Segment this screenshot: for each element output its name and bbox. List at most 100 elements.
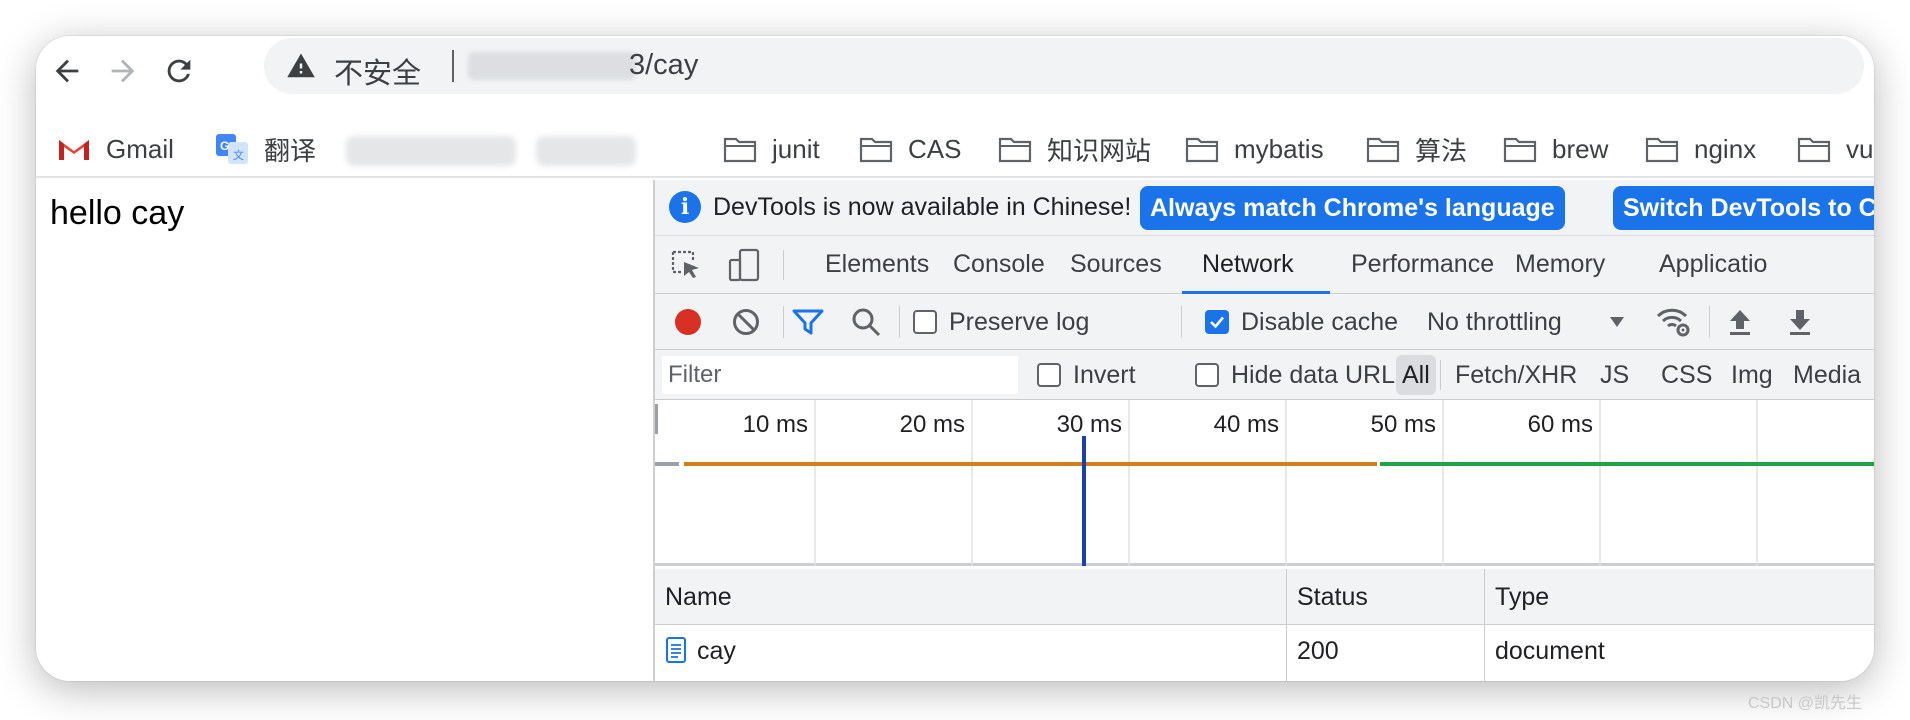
- timeline-tick-30ms: 30 ms: [1057, 411, 1122, 438]
- bookmark-label: Gmail: [106, 133, 174, 164]
- column-header-status[interactable]: Status: [1287, 569, 1485, 625]
- bookmark-redacted: [346, 136, 516, 166]
- disable-cache-checkbox[interactable]: Disable cache: [1205, 305, 1398, 339]
- tab-sources[interactable]: Sources: [1070, 236, 1162, 294]
- invert-label: Invert: [1073, 360, 1136, 389]
- back-button[interactable]: [42, 46, 92, 96]
- table-row[interactable]: cay 200 document: [655, 625, 1874, 681]
- filter-type-img[interactable]: Img: [1725, 355, 1779, 395]
- bookmark-label: 翻译: [264, 135, 317, 166]
- page-content: hello cay: [36, 180, 653, 681]
- preserve-log-checkbox[interactable]: Preserve log: [913, 305, 1089, 339]
- devtools-infobar: i DevTools is now available in Chinese! …: [655, 180, 1874, 236]
- filter-bar: Invert Hide data URLs All Fetch/XHR JS C…: [655, 350, 1874, 400]
- hide-data-urls-checkbox[interactable]: Hide data URLs: [1195, 360, 1407, 390]
- column-header-type[interactable]: Type: [1485, 569, 1874, 625]
- dom-content-loaded-marker: [1082, 436, 1086, 566]
- bookmark-folder-nginx[interactable]: nginx: [1644, 130, 1756, 168]
- network-conditions-button[interactable]: [1655, 305, 1693, 339]
- record-button[interactable]: [673, 305, 703, 339]
- timeline-tick-40ms: 40 ms: [1214, 411, 1279, 438]
- browser-toolbar: 不安全 3/cay: [36, 36, 1874, 120]
- folder-icon: [997, 134, 1033, 164]
- filter-type-fetch-xhr[interactable]: Fetch/XHR: [1449, 355, 1583, 395]
- reload-button[interactable]: [154, 46, 204, 96]
- checkmark-icon: [1210, 316, 1224, 329]
- match-language-button[interactable]: Always match Chrome's language: [1140, 186, 1565, 230]
- search-button[interactable]: [851, 305, 881, 339]
- hide-data-urls-label: Hide data URLs: [1231, 360, 1408, 389]
- timeline-waiting-bar: [684, 462, 1377, 466]
- invert-checkbox[interactable]: Invert: [1037, 360, 1136, 390]
- filter-toggle-button[interactable]: [791, 305, 825, 339]
- throttling-value: No throttling: [1427, 307, 1562, 336]
- bookmark-folder-vu[interactable]: vu: [1796, 130, 1873, 168]
- filter-input[interactable]: [662, 356, 1018, 394]
- device-toolbar-icon[interactable]: [727, 248, 761, 282]
- toolbar-divider: [899, 306, 900, 338]
- clear-button[interactable]: [731, 305, 761, 339]
- svg-text:G: G: [220, 139, 229, 153]
- timeline-queue-bar: [655, 462, 679, 466]
- request-name-cell[interactable]: cay: [655, 625, 1287, 681]
- search-icon: [852, 308, 881, 337]
- inspect-element-icon[interactable]: [669, 248, 703, 282]
- forward-button[interactable]: [98, 46, 148, 96]
- bookmark-translate[interactable]: G文 翻译: [214, 130, 316, 168]
- checkbox-box[interactable]: [913, 310, 937, 334]
- bookmark-folder-algorithms[interactable]: 算法: [1365, 130, 1467, 168]
- filter-type-js[interactable]: JS: [1594, 355, 1635, 395]
- bookmark-folder-junit[interactable]: junit: [722, 130, 820, 168]
- timeline-chart: 10 ms 20 ms 30 ms 40 ms 50 ms 60 ms: [655, 400, 1874, 566]
- timeline-start-marker: [655, 404, 658, 434]
- checkbox-box[interactable]: [1037, 363, 1061, 387]
- bookmark-label: 算法: [1415, 135, 1468, 166]
- request-status-cell: 200: [1287, 625, 1485, 681]
- tab-network[interactable]: Network: [1182, 236, 1330, 294]
- folder-icon: [1796, 134, 1832, 164]
- checkbox-box-checked[interactable]: [1205, 310, 1229, 334]
- upload-icon: [1730, 310, 1750, 335]
- dropdown-arrow-icon: [1609, 317, 1624, 327]
- disable-cache-label: Disable cache: [1241, 307, 1399, 336]
- tab-application[interactable]: Applicatio: [1659, 236, 1767, 294]
- switch-devtools-language-button[interactable]: Switch DevTools to Chine: [1613, 186, 1874, 230]
- address-bar[interactable]: 不安全 3/cay: [264, 38, 1864, 94]
- filter-type-all[interactable]: All: [1396, 355, 1436, 395]
- clear-icon: [733, 309, 759, 335]
- timeline-tick-50ms: 50 ms: [1371, 411, 1436, 438]
- bookmark-folder-knowledge[interactable]: 知识网站: [997, 130, 1151, 168]
- infobar-message: DevTools is now available in Chinese!: [713, 193, 1132, 221]
- tab-console[interactable]: Console: [953, 236, 1045, 294]
- record-icon: [675, 309, 701, 335]
- bookmark-folder-brew[interactable]: brew: [1502, 130, 1608, 168]
- url-text[interactable]: 3/cay: [629, 49, 698, 82]
- folder-icon: [722, 134, 758, 164]
- filter-type-css[interactable]: CSS: [1655, 355, 1718, 395]
- tab-memory[interactable]: Memory: [1515, 236, 1605, 294]
- throttling-select[interactable]: No throttling: [1427, 305, 1626, 339]
- security-label[interactable]: 不安全: [334, 50, 421, 92]
- toolbar-divider: [783, 306, 784, 338]
- filter-type-media[interactable]: Media: [1787, 355, 1867, 395]
- bookmark-folder-mybatis[interactable]: mybatis: [1184, 130, 1324, 168]
- bookmark-label: CAS: [908, 133, 962, 164]
- bookmark-gmail[interactable]: Gmail: [56, 130, 174, 168]
- preserve-log-label: Preserve log: [949, 307, 1090, 336]
- export-har-button[interactable]: [1785, 305, 1815, 339]
- column-header-name[interactable]: Name: [655, 569, 1287, 625]
- bookmark-folder-cas[interactable]: CAS: [858, 130, 961, 168]
- bookmark-label: 知识网站: [1047, 135, 1152, 166]
- tab-performance[interactable]: Performance: [1351, 236, 1494, 294]
- gmail-icon: [56, 134, 92, 164]
- arrow-left-icon: [55, 59, 79, 83]
- folder-icon: [1184, 134, 1220, 164]
- devtools-tabbar: Elements Console Sources Network Perform…: [655, 236, 1874, 294]
- network-overview[interactable]: 10 ms 20 ms 30 ms 40 ms 50 ms 60 ms: [655, 400, 1874, 566]
- folder-icon: [1644, 134, 1680, 164]
- checkbox-box[interactable]: [1195, 363, 1219, 387]
- import-har-button[interactable]: [1725, 305, 1755, 339]
- toolbar-divider: [1709, 306, 1710, 338]
- bookmarks-bar: Gmail G文 翻译 junit CAS 知识网站 mybatis 算法 br…: [36, 120, 1874, 178]
- tab-elements[interactable]: Elements: [825, 236, 929, 294]
